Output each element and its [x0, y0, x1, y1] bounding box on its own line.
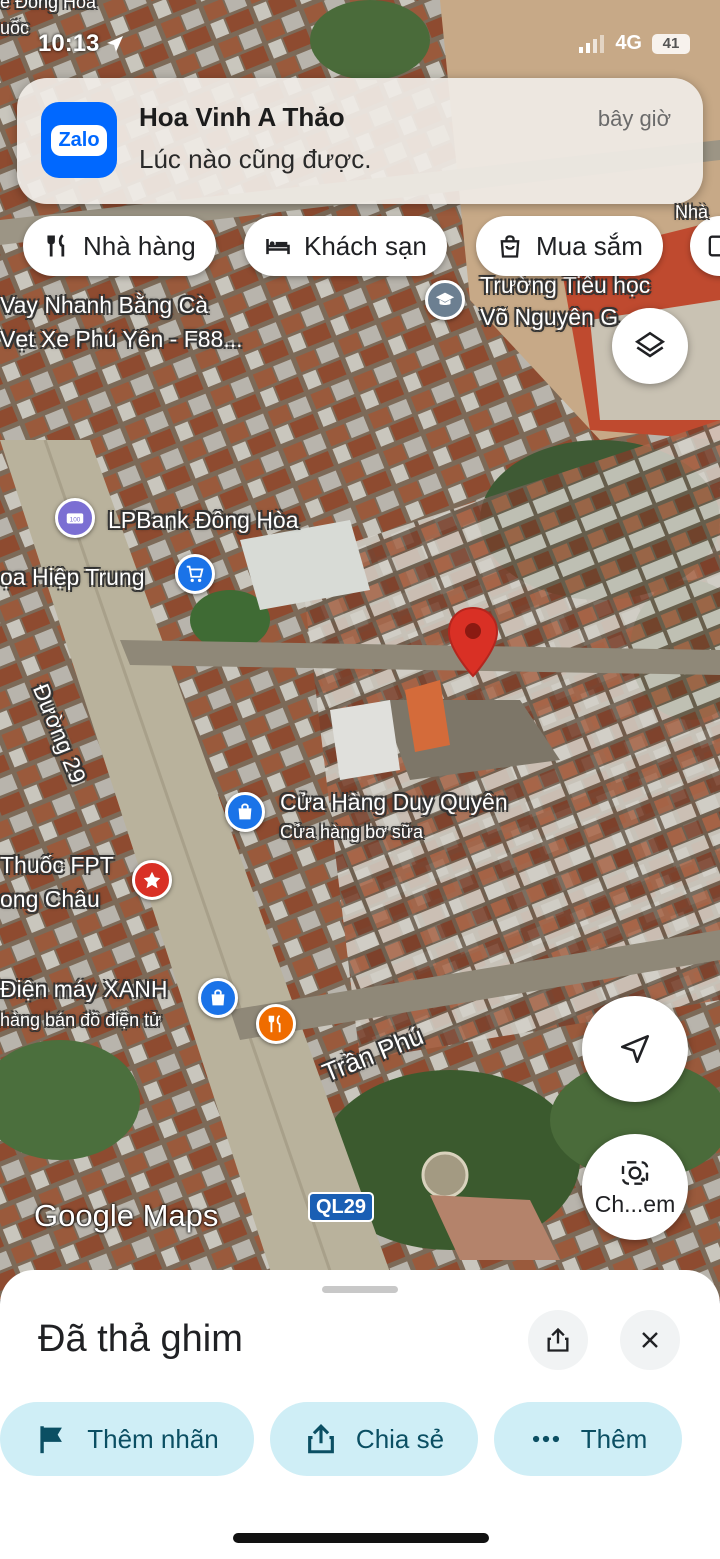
school-label-line1[interactable]: Trường Tiểu học — [480, 272, 650, 299]
status-indicators: 4G 41 — [579, 32, 690, 55]
home-indicator[interactable] — [233, 1533, 489, 1543]
share-button[interactable]: Chia sẻ — [270, 1402, 478, 1476]
lens-search-button[interactable]: Ch...em — [582, 1134, 688, 1240]
map-label-top-2: uốc — [0, 18, 30, 38]
zalo-app-name: Zalo — [51, 124, 107, 156]
share-icon — [308, 1424, 334, 1454]
sheet-drag-handle[interactable] — [322, 1286, 398, 1293]
road-shield-ql29: QL29 — [308, 1192, 374, 1222]
chip-hotels[interactable]: Khách sạn — [244, 216, 447, 276]
electronics-type: hàng bán đồ điện tử — [0, 1010, 162, 1030]
more-button[interactable]: Thêm — [494, 1402, 682, 1476]
camera-lens-icon — [621, 1160, 649, 1185]
my-location-button[interactable] — [582, 996, 688, 1102]
share-upload-icon — [547, 1327, 569, 1352]
network-type: 4G — [615, 32, 642, 54]
chip-partial-label: Nhà — [675, 202, 709, 222]
close-icon — [642, 1332, 658, 1348]
battery-icon: 41 — [652, 33, 690, 54]
bank-icon[interactable]: 100 — [55, 498, 95, 538]
pharmacy-icon[interactable] — [132, 860, 172, 900]
google-maps-logo: Google Maps — [34, 1198, 219, 1233]
battery-level: 41 — [662, 35, 680, 52]
zalo-notification[interactable]: Zalo Hoa Vinh A Thảo Lúc nào cũng được. … — [17, 78, 703, 204]
clock: 10:13 — [38, 30, 100, 57]
shop-bag-icon[interactable] — [225, 792, 265, 832]
bank-label[interactable]: LPBank Đông Hòa — [108, 507, 299, 534]
partial-chip-icon — [708, 235, 720, 257]
chip-shopping[interactable]: Mua sắm — [476, 216, 663, 276]
more-text: Thêm — [580, 1423, 648, 1454]
sheet-title: Đã thả ghim — [38, 1318, 243, 1360]
lens-button-label: Ch...em — [594, 1190, 676, 1217]
chip-restaurants[interactable]: Nhà hàng — [23, 216, 216, 276]
electronics-bag-icon[interactable] — [198, 978, 238, 1018]
dairy-shop-type: Cửa hàng bơ sữa — [280, 822, 423, 842]
bottom-sheet[interactable]: Đã thả ghim Thêm nhãn Chia sẻ Thêm — [0, 1270, 720, 1559]
zalo-app-icon: Zalo — [41, 102, 117, 178]
close-button[interactable] — [620, 1310, 680, 1370]
shopping-bag-icon — [500, 235, 520, 258]
notification-sender: Hoa Vinh A Thảo — [139, 102, 345, 132]
signal-icon — [579, 34, 605, 53]
pharmacy-label-line2[interactable]: ong Châu — [0, 886, 100, 913]
share-text: Chia sẻ — [355, 1423, 445, 1454]
location-arrow-icon — [107, 36, 124, 52]
pharmacy-label-line1[interactable]: Thuốc FPT — [0, 852, 114, 879]
notification-time: bây giờ — [597, 106, 671, 131]
more-icon — [532, 1435, 559, 1443]
chip-shopping-label: Mua sắm — [536, 230, 643, 261]
layers-icon — [634, 331, 666, 358]
navigation-arrow-icon — [620, 1034, 650, 1064]
restaurant-icon — [47, 234, 65, 257]
map-label-top: e Đông Hòa — [0, 0, 97, 12]
market-label[interactable]: ọa Hiệp Trung — [0, 564, 144, 591]
school-label-line2[interactable]: Võ Nguyên G... — [480, 304, 637, 331]
layers-button[interactable] — [612, 308, 688, 384]
notification-message: Lúc nào cũng được. — [139, 144, 372, 174]
hotel-icon — [266, 239, 290, 255]
dropped-pin-icon[interactable] — [446, 606, 500, 678]
add-label-button[interactable]: Thêm nhãn — [0, 1402, 254, 1476]
svg-text:100: 100 — [70, 517, 81, 524]
share-icon-button[interactable] — [528, 1310, 588, 1370]
shopping-cart-icon[interactable] — [175, 554, 215, 594]
add-label-text: Thêm nhãn — [87, 1423, 219, 1454]
dairy-shop-label[interactable]: Cửa Hàng Duy Quyên — [280, 789, 508, 816]
chip-restaurants-label: Nhà hàng — [83, 230, 196, 261]
flag-icon — [40, 1426, 63, 1454]
electronics-label[interactable]: Điện máy XANH — [0, 976, 167, 1003]
loan-label-line1[interactable]: Vay Nhanh Bằng Cà — [0, 292, 208, 319]
loan-label-line2[interactable]: Vẹt Xe Phú Yên - F88... — [0, 326, 243, 353]
restaurant-poi-icon[interactable] — [256, 1004, 296, 1044]
status-time: 10:13 — [38, 30, 125, 58]
school-icon[interactable] — [425, 280, 465, 320]
chip-hotels-label: Khách sạn — [304, 230, 427, 261]
